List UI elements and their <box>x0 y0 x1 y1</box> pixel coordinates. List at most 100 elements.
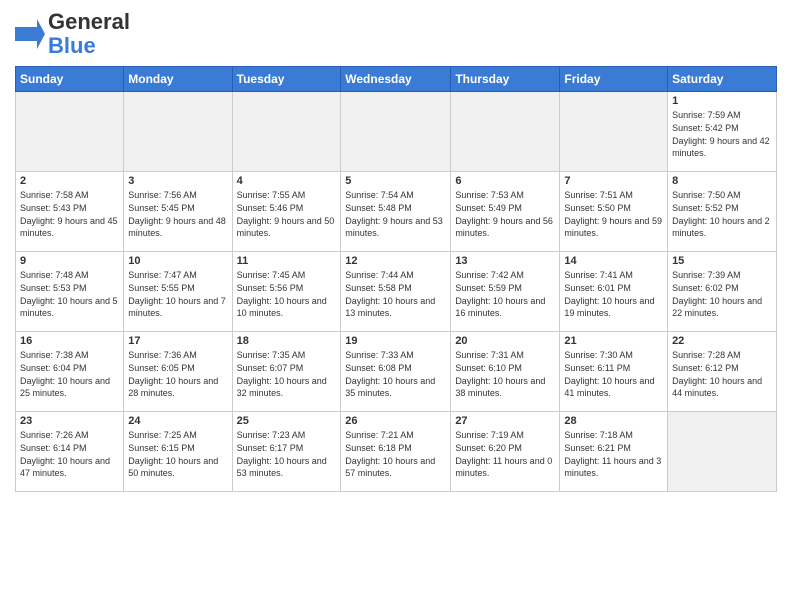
table-row <box>451 92 560 172</box>
day-number: 9 <box>20 255 119 267</box>
day-number: 16 <box>20 335 119 347</box>
table-row: 14 Sunrise: 7:41 AM Sunset: 6:01 PM Dayli… <box>560 252 668 332</box>
logo-text: General Blue <box>48 10 130 58</box>
logo-general: General <box>48 9 130 34</box>
table-row: 7 Sunrise: 7:51 AM Sunset: 5:50 PM Daylig… <box>560 172 668 252</box>
table-row: 11 Sunrise: 7:45 AM Sunset: 5:56 PM Dayli… <box>232 252 341 332</box>
day-number: 17 <box>128 335 227 347</box>
day-number: 28 <box>564 415 663 427</box>
day-info: Sunrise: 7:31 AM Sunset: 6:10 PM Dayligh… <box>455 349 555 399</box>
day-number: 26 <box>345 415 446 427</box>
calendar-table: SundayMondayTuesdayWednesdayThursdayFrid… <box>15 66 777 492</box>
table-row: 5 Sunrise: 7:54 AM Sunset: 5:48 PM Daylig… <box>341 172 451 252</box>
table-row <box>668 412 777 492</box>
day-number: 18 <box>237 335 337 347</box>
table-row: 10 Sunrise: 7:47 AM Sunset: 5:55 PM Dayli… <box>124 252 232 332</box>
day-info: Sunrise: 7:38 AM Sunset: 6:04 PM Dayligh… <box>20 349 119 399</box>
day-info: Sunrise: 7:41 AM Sunset: 6:01 PM Dayligh… <box>564 269 663 319</box>
day-info: Sunrise: 7:53 AM Sunset: 5:49 PM Dayligh… <box>455 189 555 239</box>
day-info: Sunrise: 7:47 AM Sunset: 5:55 PM Dayligh… <box>128 269 227 319</box>
day-number: 2 <box>20 175 119 187</box>
day-info: Sunrise: 7:51 AM Sunset: 5:50 PM Dayligh… <box>564 189 663 239</box>
day-info: Sunrise: 7:30 AM Sunset: 6:11 PM Dayligh… <box>564 349 663 399</box>
day-number: 10 <box>128 255 227 267</box>
day-number: 19 <box>345 335 446 347</box>
day-info: Sunrise: 7:42 AM Sunset: 5:59 PM Dayligh… <box>455 269 555 319</box>
day-number: 27 <box>455 415 555 427</box>
day-info: Sunrise: 7:26 AM Sunset: 6:14 PM Dayligh… <box>20 429 119 479</box>
day-info: Sunrise: 7:54 AM Sunset: 5:48 PM Dayligh… <box>345 189 446 239</box>
table-row: 28 Sunrise: 7:18 AM Sunset: 6:21 PM Dayli… <box>560 412 668 492</box>
table-row: 15 Sunrise: 7:39 AM Sunset: 6:02 PM Dayli… <box>668 252 777 332</box>
day-number: 11 <box>237 255 337 267</box>
table-row <box>124 92 232 172</box>
weekday-header-thursday: Thursday <box>451 67 560 92</box>
day-info: Sunrise: 7:59 AM Sunset: 5:42 PM Dayligh… <box>672 109 772 159</box>
table-row <box>560 92 668 172</box>
table-row: 24 Sunrise: 7:25 AM Sunset: 6:15 PM Dayli… <box>124 412 232 492</box>
day-number: 7 <box>564 175 663 187</box>
calendar-row: 9 Sunrise: 7:48 AM Sunset: 5:53 PM Daylig… <box>16 252 777 332</box>
table-row: 25 Sunrise: 7:23 AM Sunset: 6:17 PM Dayli… <box>232 412 341 492</box>
table-row: 23 Sunrise: 7:26 AM Sunset: 6:14 PM Dayli… <box>16 412 124 492</box>
day-info: Sunrise: 7:45 AM Sunset: 5:56 PM Dayligh… <box>237 269 337 319</box>
calendar-row: 16 Sunrise: 7:38 AM Sunset: 6:04 PM Dayli… <box>16 332 777 412</box>
day-info: Sunrise: 7:56 AM Sunset: 5:45 PM Dayligh… <box>128 189 227 239</box>
day-info: Sunrise: 7:28 AM Sunset: 6:12 PM Dayligh… <box>672 349 772 399</box>
day-number: 20 <box>455 335 555 347</box>
day-info: Sunrise: 7:48 AM Sunset: 5:53 PM Dayligh… <box>20 269 119 319</box>
page: General Blue SundayMondayTuesdayWednesda… <box>0 0 792 502</box>
day-number: 15 <box>672 255 772 267</box>
table-row: 22 Sunrise: 7:28 AM Sunset: 6:12 PM Dayli… <box>668 332 777 412</box>
day-number: 3 <box>128 175 227 187</box>
day-number: 12 <box>345 255 446 267</box>
day-info: Sunrise: 7:21 AM Sunset: 6:18 PM Dayligh… <box>345 429 446 479</box>
day-number: 5 <box>345 175 446 187</box>
day-number: 23 <box>20 415 119 427</box>
weekday-header-tuesday: Tuesday <box>232 67 341 92</box>
table-row: 8Sunrise: 7:50 AM Sunset: 5:52 PM Daylig… <box>668 172 777 252</box>
logo-icon <box>15 19 45 49</box>
table-row: 27 Sunrise: 7:19 AM Sunset: 6:20 PM Dayli… <box>451 412 560 492</box>
table-row: 19 Sunrise: 7:33 AM Sunset: 6:08 PM Dayli… <box>341 332 451 412</box>
weekday-header-friday: Friday <box>560 67 668 92</box>
weekday-header-wednesday: Wednesday <box>341 67 451 92</box>
weekday-header-sunday: Sunday <box>16 67 124 92</box>
day-info: Sunrise: 7:35 AM Sunset: 6:07 PM Dayligh… <box>237 349 337 399</box>
table-row: 2Sunrise: 7:58 AM Sunset: 5:43 PM Daylig… <box>16 172 124 252</box>
day-number: 21 <box>564 335 663 347</box>
logo: General Blue <box>15 10 130 58</box>
day-number: 8 <box>672 175 772 187</box>
table-row: 9 Sunrise: 7:48 AM Sunset: 5:53 PM Daylig… <box>16 252 124 332</box>
table-row: 18 Sunrise: 7:35 AM Sunset: 6:07 PM Dayli… <box>232 332 341 412</box>
table-row: 21 Sunrise: 7:30 AM Sunset: 6:11 PM Dayli… <box>560 332 668 412</box>
day-number: 1 <box>672 95 772 107</box>
table-row: 17 Sunrise: 7:36 AM Sunset: 6:05 PM Dayli… <box>124 332 232 412</box>
day-number: 24 <box>128 415 227 427</box>
weekday-header-saturday: Saturday <box>668 67 777 92</box>
table-row: 12Sunrise: 7:44 AM Sunset: 5:58 PM Dayli… <box>341 252 451 332</box>
day-info: Sunrise: 7:36 AM Sunset: 6:05 PM Dayligh… <box>128 349 227 399</box>
day-number: 14 <box>564 255 663 267</box>
day-number: 25 <box>237 415 337 427</box>
logo-blue: Blue <box>48 33 96 58</box>
table-row <box>232 92 341 172</box>
table-row: 4Sunrise: 7:55 AM Sunset: 5:46 PM Daylig… <box>232 172 341 252</box>
day-info: Sunrise: 7:23 AM Sunset: 6:17 PM Dayligh… <box>237 429 337 479</box>
weekday-header-monday: Monday <box>124 67 232 92</box>
table-row: 20 Sunrise: 7:31 AM Sunset: 6:10 PM Dayli… <box>451 332 560 412</box>
table-row: 6Sunrise: 7:53 AM Sunset: 5:49 PM Daylig… <box>451 172 560 252</box>
table-row: 13Sunrise: 7:42 AM Sunset: 5:59 PM Dayli… <box>451 252 560 332</box>
table-row: 16 Sunrise: 7:38 AM Sunset: 6:04 PM Dayli… <box>16 332 124 412</box>
table-row: 1 Sunrise: 7:59 AM Sunset: 5:42 PM Daylig… <box>668 92 777 172</box>
calendar-row: 2Sunrise: 7:58 AM Sunset: 5:43 PM Daylig… <box>16 172 777 252</box>
day-info: Sunrise: 7:33 AM Sunset: 6:08 PM Dayligh… <box>345 349 446 399</box>
day-number: 22 <box>672 335 772 347</box>
day-info: Sunrise: 7:39 AM Sunset: 6:02 PM Dayligh… <box>672 269 772 319</box>
day-info: Sunrise: 7:25 AM Sunset: 6:15 PM Dayligh… <box>128 429 227 479</box>
calendar-row: 23 Sunrise: 7:26 AM Sunset: 6:14 PM Dayli… <box>16 412 777 492</box>
day-info: Sunrise: 7:18 AM Sunset: 6:21 PM Dayligh… <box>564 429 663 479</box>
day-number: 4 <box>237 175 337 187</box>
day-info: Sunrise: 7:19 AM Sunset: 6:20 PM Dayligh… <box>455 429 555 479</box>
table-row <box>16 92 124 172</box>
